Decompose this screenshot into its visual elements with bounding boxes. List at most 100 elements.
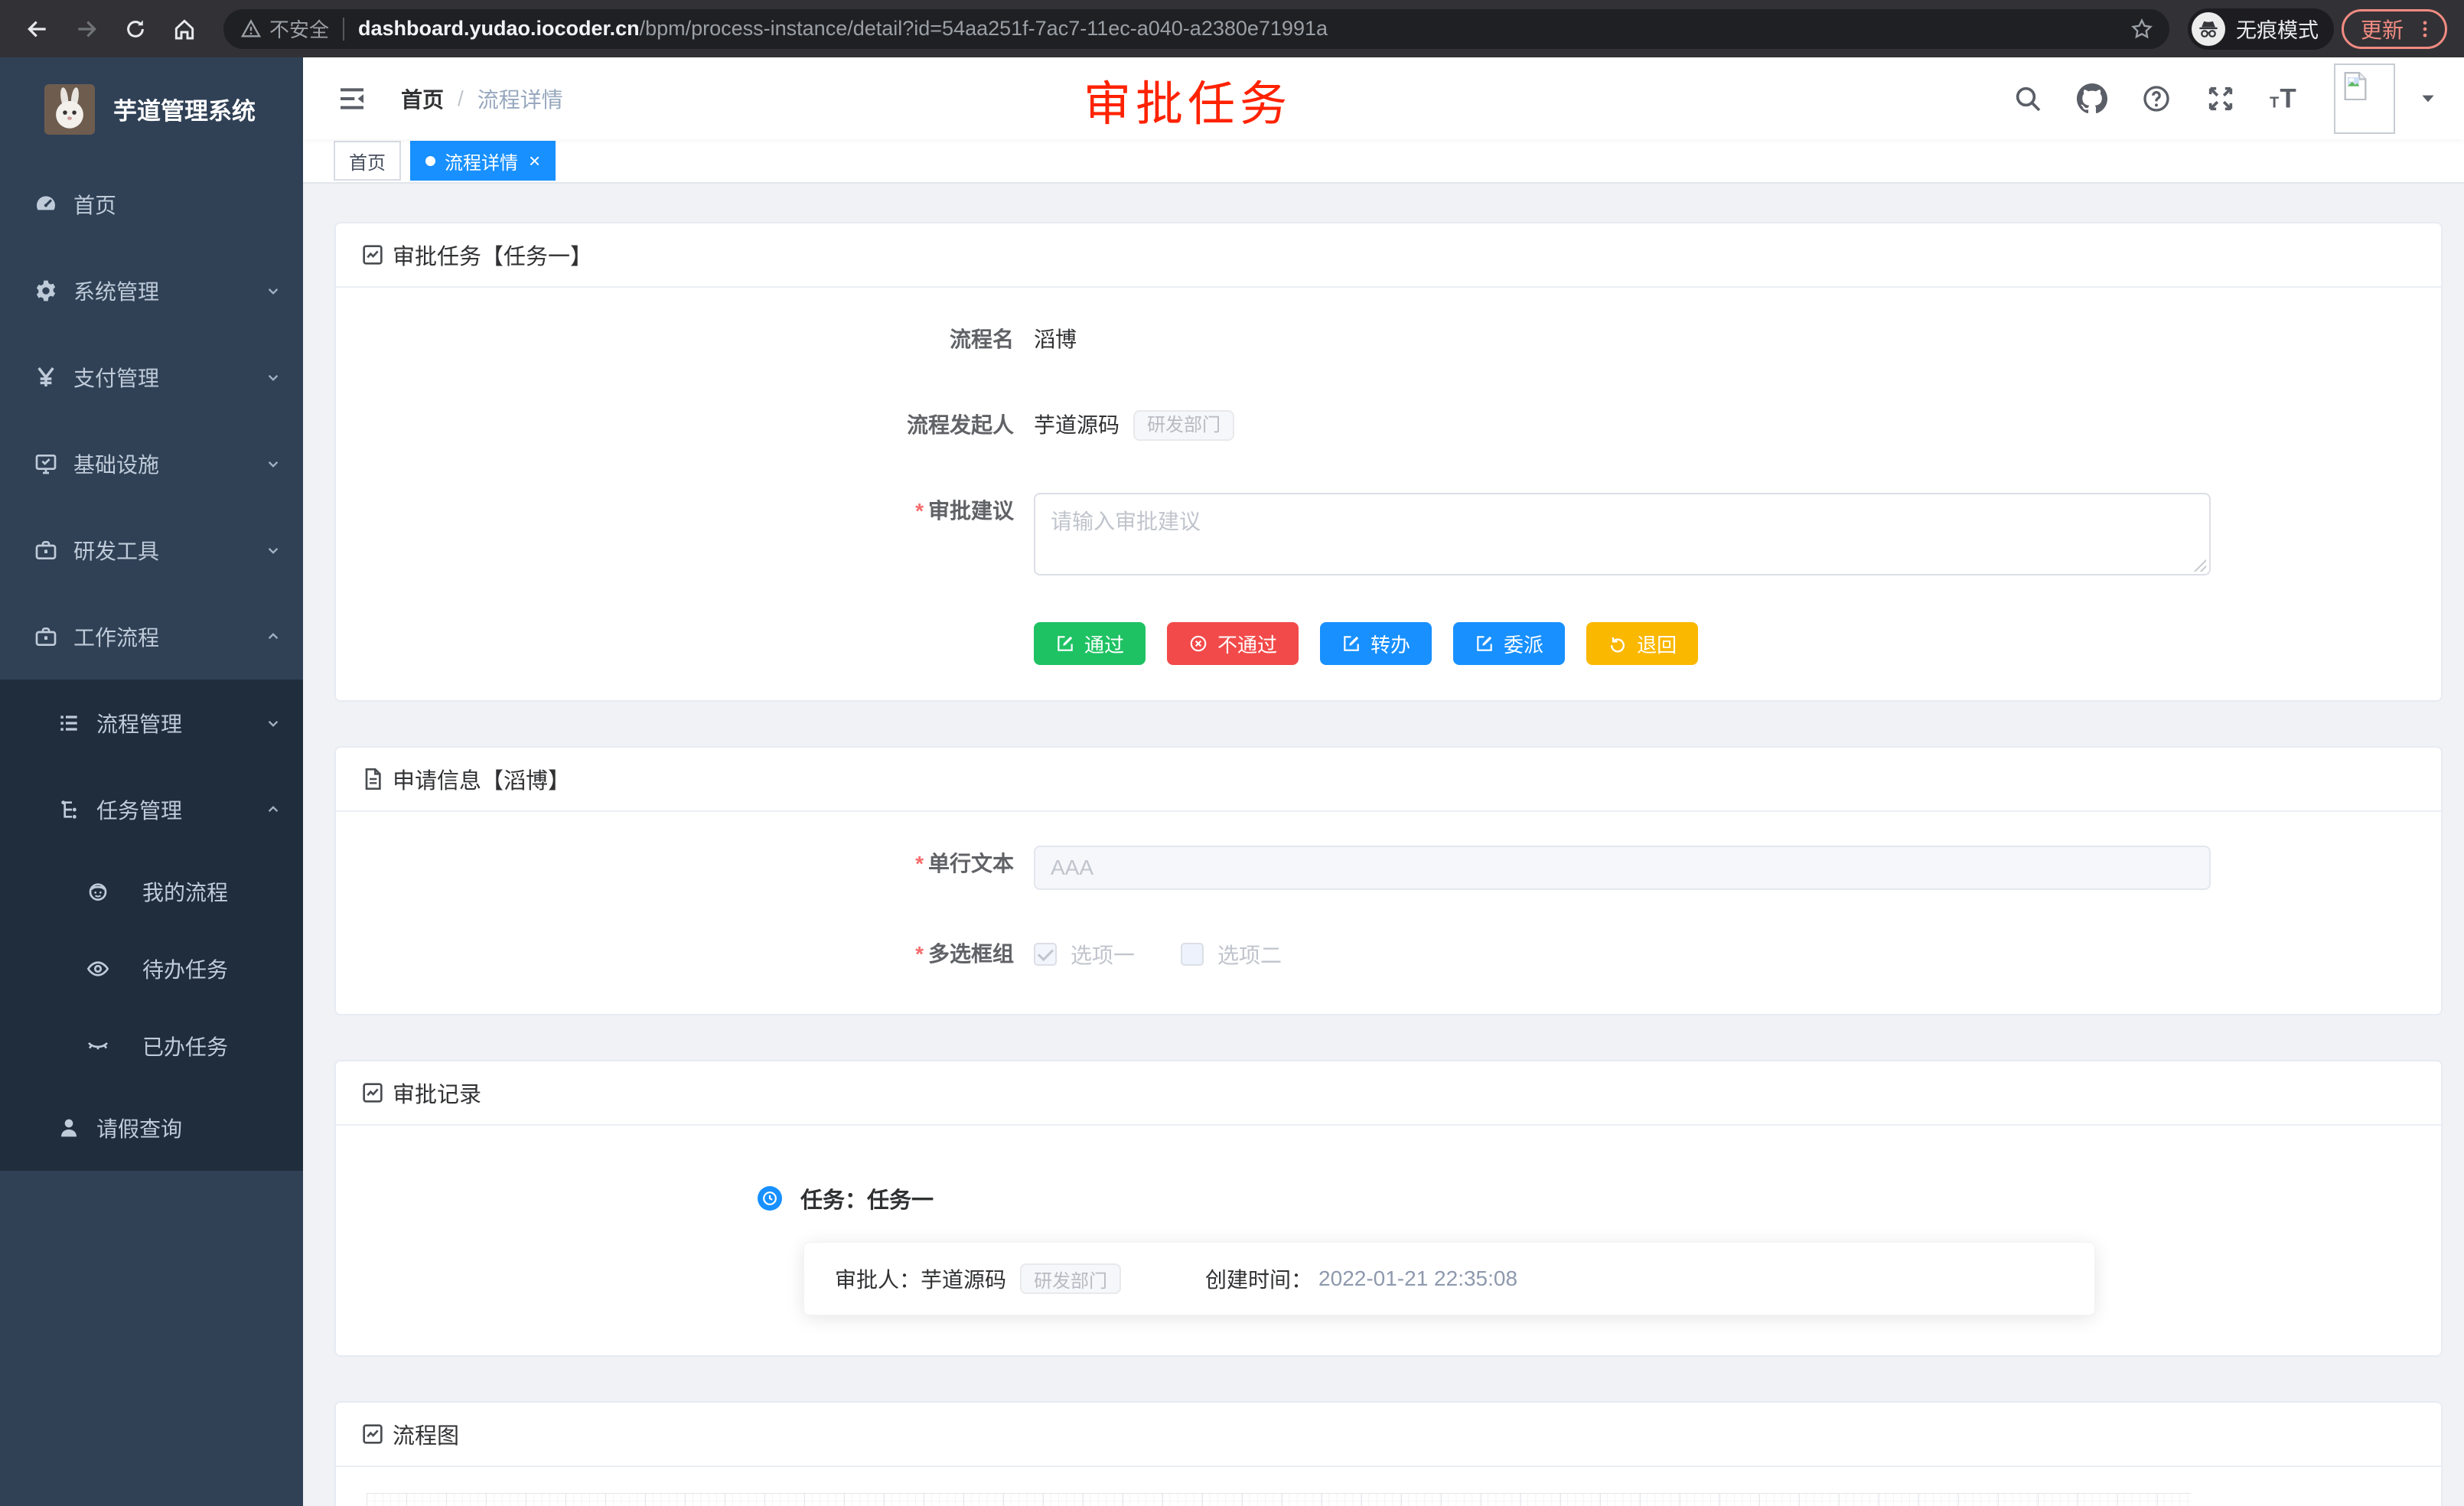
sidebar-collapse-icon[interactable] [337,83,367,114]
checkbox-group: 选项一 选项二 [1034,936,1328,973]
chevron-down-icon [263,281,283,301]
fullscreen-icon[interactable] [2205,83,2236,114]
help-icon[interactable] [2141,83,2172,114]
security-chip[interactable]: 不安全 [240,15,329,43]
checkbox-option-1[interactable]: 选项一 [1034,939,1135,970]
return-button[interactable]: 退回 [1586,622,1698,665]
single-text-input[interactable] [1034,846,2211,890]
sidebar-item-process-mgmt[interactable]: 流程管理 [0,680,303,766]
url-domain: dashboard.yudao.iocoder.cn [358,17,640,40]
checkbox-option-2[interactable]: 选项二 [1181,939,1282,970]
sidebar-item-infra[interactable]: 基础设施 [0,420,303,507]
page-header: 首页 / 流程详情 审批任务 [303,57,2464,139]
chevron-up-icon [263,627,283,647]
search-icon[interactable] [2013,83,2043,114]
document-icon [360,767,385,791]
browser-forward-button[interactable] [66,8,107,50]
incognito-label: 无痕模式 [2236,14,2319,44]
suggestion-label: 审批建议 [928,499,1014,523]
sidebar-item-system[interactable]: 系统管理 [0,247,303,334]
required-asterisk: * [915,942,924,966]
sidebar-item-payment[interactable]: 支付管理 [0,334,303,420]
transfer-button[interactable]: 转办 [1320,622,1432,665]
approval-record-item: 审批人： 芋道源码 研发部门 创建时间： 2022-01-21 22:35:08 [803,1242,2095,1315]
checkbox-group-label: 多选框组 [928,942,1014,966]
required-asterisk: * [915,499,924,523]
reject-button[interactable]: 不通过 [1167,622,1299,665]
chevron-down-icon [263,454,283,474]
diagram-card-title: 流程图 [393,1418,459,1450]
github-icon[interactable] [2077,83,2107,114]
face-icon [86,879,110,904]
browser-update-menu-button[interactable]: 更新 [2342,9,2447,49]
sidebar-item-todo-tasks[interactable]: 待办任务 [0,930,303,1007]
textarea-resize-grip[interactable] [2194,559,2206,572]
tab-home[interactable]: 首页 [334,141,401,181]
bookmark-star-icon[interactable] [2130,17,2154,41]
browser-reload-button[interactable] [115,8,156,50]
approver-dept-tag: 研发部门 [1020,1263,1121,1294]
bpmn-diagram-canvas[interactable] [367,1493,2191,1506]
warning-icon [240,18,262,40]
flow-diagram-card: 流程图 [334,1401,2443,1506]
chart-icon [360,1081,385,1105]
tab-close-icon[interactable]: × [529,151,540,171]
url-text: dashboard.yudao.iocoder.cn/bpm/process-i… [358,17,1328,41]
red-annotation-text: 审批任务 [1084,65,1292,134]
tags-view-bar: 首页 流程详情 × [303,139,2464,184]
workflow-submenu: 流程管理 任务管理 我的流程 待办任务 已办任务 请假 [0,680,303,1171]
application-info-card: 申请信息【滔博】 *单行文本 *多选框组 选项一 [334,746,2443,1015]
app-logo: 芋道管理系统 [0,57,303,161]
sidebar-item-done-tasks[interactable]: 已办任务 [0,1007,303,1084]
single-text-label: 单行文本 [928,852,1014,875]
eye-closed-icon [86,1034,110,1058]
sidebar-item-my-process[interactable]: 我的流程 [0,852,303,930]
sidebar-item-devtools[interactable]: 研发工具 [0,507,303,593]
circle-x-icon [1188,634,1208,654]
edit-icon [1055,634,1075,654]
breadcrumb-separator: / [458,86,464,111]
update-label: 更新 [2361,14,2404,44]
sidebar-item-workflow[interactable]: 工作流程 [0,593,303,680]
url-bar[interactable]: 不安全 dashboard.yudao.iocoder.cn/bpm/proce… [223,9,2169,49]
font-size-icon[interactable] [2270,83,2300,114]
approve-button[interactable]: 通过 [1034,622,1146,665]
approval-record-card: 审批记录 任务：任务一 审批人： 芋道源码 研发部门 创建时间： [334,1060,2443,1357]
checkbox-unchecked-icon [1181,943,1204,966]
gear-icon [34,279,58,303]
person-icon [57,1116,81,1140]
eye-icon [86,957,110,981]
breadcrumb-home[interactable]: 首页 [401,83,444,114]
process-name-value: 滔博 [1034,321,1077,358]
initiator-dept-tag: 研发部门 [1133,410,1234,441]
tab-process-detail[interactable]: 流程详情 × [410,141,556,181]
create-time-value: 2022-01-21 22:35:08 [1318,1266,1517,1291]
application-card-title: 申请信息【滔博】 [393,763,570,795]
initiator-value: 芋道源码 [1034,407,1120,444]
main-content: 审批任务【任务一】 流程名 滔博 流程发起人 芋道源码 研发部门 [303,184,2464,1506]
more-menu-icon [2414,18,2436,40]
sidebar-item-home[interactable]: 首页 [0,161,303,247]
sidebar-item-task-mgmt[interactable]: 任务管理 [0,766,303,852]
chart-icon [360,1422,385,1446]
record-card-title: 审批记录 [393,1077,481,1109]
avatar[interactable] [2334,64,2395,134]
breadcrumb-current: 流程详情 [477,83,563,114]
delegate-button[interactable]: 委派 [1453,622,1565,665]
list-icon [57,711,81,735]
breadcrumb: 首页 / 流程详情 [401,83,563,114]
approver-value: 芋道源码 [921,1263,1006,1294]
sidebar-item-leave-query[interactable]: 请假查询 [0,1084,303,1171]
incognito-icon [2192,12,2225,46]
app-title: 芋道管理系统 [113,92,256,126]
url-path: /bpm/process-instance/detail?id=54aa251f… [640,17,1328,40]
suggestion-textarea[interactable] [1034,493,2211,575]
approver-label: 审批人： [835,1263,921,1294]
browser-home-button[interactable] [164,8,205,50]
broken-image-icon [2340,70,2371,100]
chevron-down-icon [263,540,283,560]
timeline-clock-icon [758,1186,782,1211]
avatar-caret-down-icon[interactable] [2418,89,2438,109]
browser-back-button[interactable] [17,8,58,50]
undo-icon [1608,634,1628,654]
